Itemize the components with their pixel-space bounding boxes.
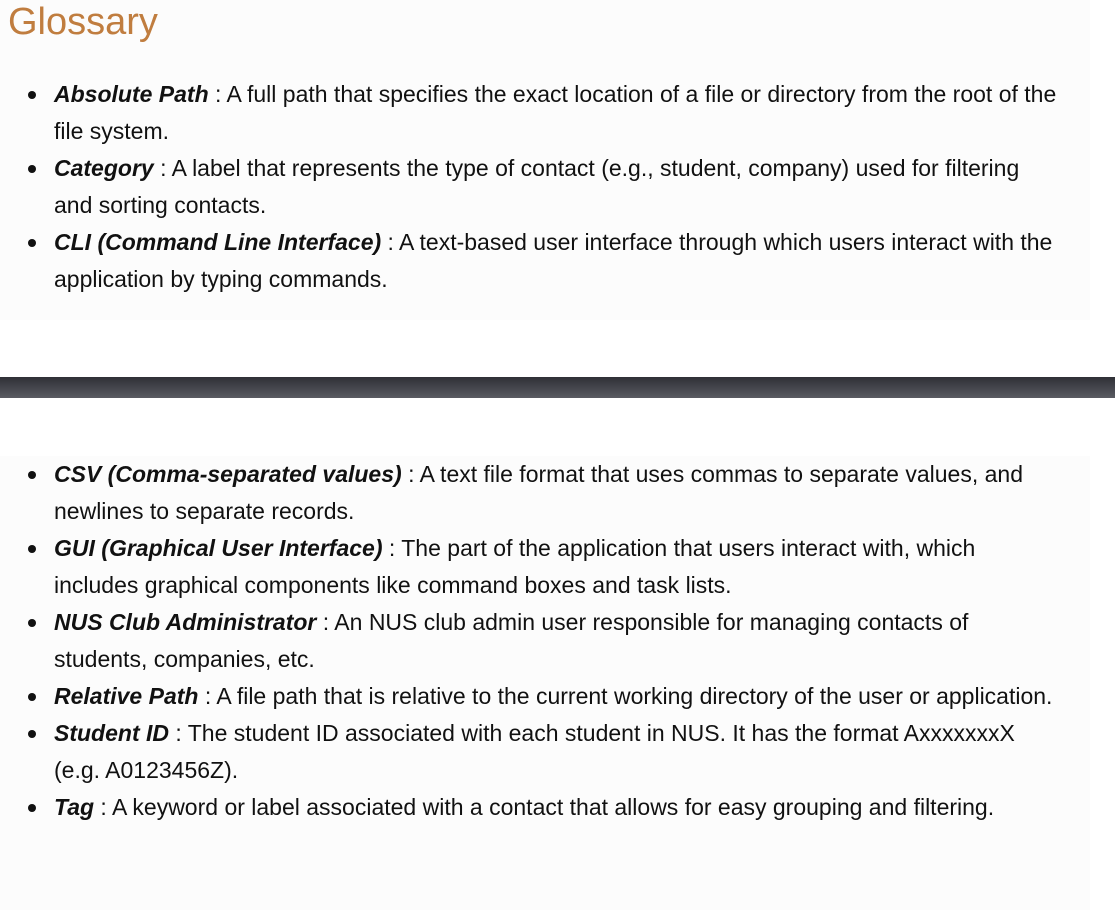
glossary-term: NUS Club Administrator [54, 609, 317, 635]
glossary-definition: : A keyword or label associated with a c… [94, 794, 995, 820]
glossary-term: Tag [54, 794, 95, 820]
list-item: Tag : A keyword or label associated with… [0, 789, 1060, 826]
list-item: Student ID : The student ID associated w… [0, 715, 1060, 789]
glossary-term: GUI (Graphical User Interface) [54, 535, 383, 561]
glossary-list: Absolute Path : A full path that specifi… [0, 76, 1060, 298]
glossary-term: Student ID [54, 720, 169, 746]
glossary-term: CSV (Comma-separated values) [54, 461, 402, 487]
page-title: Glossary [8, 1, 158, 43]
glossary-definition: : A file path that is relative to the cu… [198, 683, 1053, 709]
glossary-term: Absolute Path [54, 81, 209, 107]
glossary-term: Category [54, 155, 154, 181]
list-item: CLI (Command Line Interface) : A text-ba… [0, 224, 1060, 298]
glossary-definition: : The student ID associated with each st… [54, 720, 1015, 783]
list-item: CSV (Comma-separated values) : A text fi… [0, 456, 1060, 530]
list-item: GUI (Graphical User Interface) : The par… [0, 530, 1060, 604]
list-item: Category : A label that represents the t… [0, 150, 1060, 224]
glossary-definition: : A label that represents the type of co… [54, 155, 1020, 218]
glossary-term: CLI (Command Line Interface) [54, 229, 382, 255]
glossary-term: Relative Path [54, 683, 199, 709]
list-item: NUS Club Administrator : An NUS club adm… [0, 604, 1060, 678]
screenshot-divider [0, 377, 1115, 398]
glossary-section-top: Glossary Absolute Path : A full path tha… [0, 0, 1090, 320]
list-item: Relative Path : A file path that is rela… [0, 678, 1060, 715]
glossary-list-continued: CSV (Comma-separated values) : A text fi… [0, 456, 1060, 826]
list-item: Absolute Path : A full path that specifi… [0, 76, 1060, 150]
